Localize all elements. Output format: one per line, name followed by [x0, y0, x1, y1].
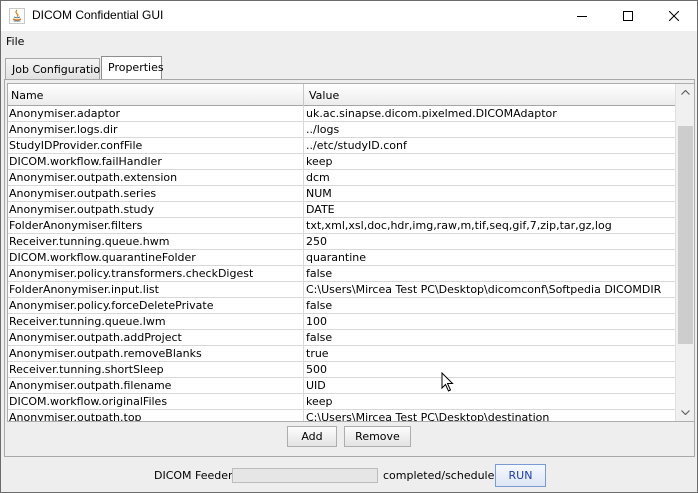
property-value-cell[interactable]: keep — [304, 394, 675, 410]
property-name-cell[interactable]: Anonymiser.outpath.top — [8, 410, 304, 421]
property-name-cell[interactable]: Anonymiser.outpath.extension — [8, 170, 304, 186]
property-name-cell[interactable]: DICOM.workflow.failHandler — [8, 154, 304, 170]
property-value-cell[interactable]: DATE — [304, 202, 675, 218]
dicom-feeder-label: DICOM Feeder — [154, 469, 233, 482]
property-name-cell[interactable]: DICOM.workflow.quarantineFolder — [8, 250, 304, 266]
table-row[interactable]: Anonymiser.outpath.addProject false — [8, 330, 675, 346]
maximize-icon — [623, 11, 633, 21]
table-row[interactable]: StudyIDProvider.confFile ../etc/studyID.c… — [8, 138, 675, 154]
table-row[interactable]: Anonymiser.policy.forceDeletePrivate fals… — [8, 298, 675, 314]
property-value-cell[interactable]: 100 — [304, 314, 675, 330]
column-header-value[interactable]: Value — [304, 84, 675, 106]
add-button[interactable]: Add — [287, 426, 337, 447]
scroll-thumb[interactable] — [678, 126, 693, 344]
run-button[interactable]: RUN — [495, 464, 546, 487]
table-row[interactable]: Anonymiser.outpath.series NUM — [8, 186, 675, 202]
property-name-cell[interactable]: Anonymiser.policy.forceDeletePrivate — [8, 298, 304, 314]
property-value-cell[interactable]: keep — [304, 154, 675, 170]
properties-table: Name Value Anonymiser.adaptor uk.ac.sinap… — [7, 83, 695, 422]
chevron-up-icon — [681, 90, 690, 95]
title-bar[interactable]: DICOM Confidential GUI — [1, 1, 697, 31]
table-row[interactable]: Anonymiser.outpath.extension dcm — [8, 170, 675, 186]
table-header: Name Value — [8, 84, 675, 106]
property-value-cell[interactable]: C:\Users\Mircea Test PC\Desktop\destinat… — [304, 410, 675, 421]
table-row[interactable]: Receiver.tunning.shortSleep 500 — [8, 362, 675, 378]
property-name-cell[interactable]: Anonymiser.outpath.addProject — [8, 330, 304, 346]
table-row[interactable]: Anonymiser.outpath.top C:\Users\Mircea Te… — [8, 410, 675, 421]
property-name-cell[interactable]: Anonymiser.adaptor — [8, 106, 304, 122]
property-name-cell[interactable]: StudyIDProvider.confFile — [8, 138, 304, 154]
property-name-cell[interactable]: Anonymiser.policy.transformers.checkDige… — [8, 266, 304, 282]
status-bar: DICOM Feeder completed/scheduled RUN — [1, 462, 697, 492]
property-value-cell[interactable]: dcm — [304, 170, 675, 186]
property-value-cell[interactable]: C:\Users\Mircea Test PC\Desktop\dicomcon… — [304, 282, 675, 298]
table-row[interactable]: DICOM.workflow.originalFiles keep — [8, 394, 675, 410]
remove-button[interactable]: Remove — [344, 426, 411, 447]
table-body: Anonymiser.adaptor uk.ac.sinapse.dicom.pi… — [8, 106, 675, 421]
property-name-cell[interactable]: Anonymiser.outpath.filename — [8, 378, 304, 394]
column-header-name[interactable]: Name — [8, 84, 304, 106]
table-row[interactable]: FolderAnonymiser.input.list C:\Users\Mirc… — [8, 282, 675, 298]
close-button[interactable] — [651, 1, 697, 31]
table-row[interactable]: DICOM.workflow.quarantineFolder quarantin… — [8, 250, 675, 266]
property-value-cell[interactable]: 250 — [304, 234, 675, 250]
table-row[interactable]: Anonymiser.outpath.filename UID — [8, 378, 675, 394]
property-value-cell[interactable]: 500 — [304, 362, 675, 378]
property-name-cell[interactable]: Receiver.tunning.shortSleep — [8, 362, 304, 378]
tab-job-configuration[interactable]: Job Configuration — [5, 58, 107, 79]
table-row[interactable]: DICOM.workflow.failHandler keep — [8, 154, 675, 170]
mouse-cursor-icon — [441, 372, 454, 392]
minimize-icon — [577, 16, 587, 17]
property-name-cell[interactable]: Anonymiser.outpath.series — [8, 186, 304, 202]
property-value-cell[interactable]: false — [304, 298, 675, 314]
property-value-cell[interactable]: false — [304, 330, 675, 346]
table-row[interactable]: FolderAnonymiser.filters txt,xml,xsl,doc,… — [8, 218, 675, 234]
completed-scheduled-label: completed/scheduled — [383, 469, 502, 482]
properties-panel: Name Value Anonymiser.adaptor uk.ac.sinap… — [4, 79, 695, 457]
menu-bar: File — [1, 31, 697, 52]
table-row[interactable]: Anonymiser.policy.transformers.checkDige… — [8, 266, 675, 282]
property-value-cell[interactable]: NUM — [304, 186, 675, 202]
property-value-cell[interactable]: ../logs — [304, 122, 675, 138]
chevron-down-icon — [681, 410, 690, 415]
table-row[interactable]: Receiver.tunning.queue.hwm 250 — [8, 234, 675, 250]
table-row[interactable]: Anonymiser.adaptor uk.ac.sinapse.dicom.pi… — [8, 106, 675, 122]
property-name-cell[interactable]: Anonymiser.outpath.study — [8, 202, 304, 218]
app-window: DICOM Confidential GUI File Job Configur… — [0, 0, 698, 493]
property-value-cell[interactable]: uk.ac.sinapse.dicom.pixelmed.DICOMAdapto… — [304, 106, 675, 122]
property-name-cell[interactable]: FolderAnonymiser.input.list — [8, 282, 304, 298]
property-name-cell[interactable]: Anonymiser.outpath.removeBlanks — [8, 346, 304, 362]
scroll-up-button[interactable] — [676, 84, 694, 101]
window-title: DICOM Confidential GUI — [32, 8, 164, 22]
close-icon — [669, 11, 679, 21]
vertical-scrollbar[interactable] — [675, 84, 694, 421]
property-name-cell[interactable]: Receiver.tunning.queue.lwm — [8, 314, 304, 330]
progress-bar — [232, 468, 378, 483]
maximize-button[interactable] — [605, 1, 651, 31]
property-value-cell[interactable]: true — [304, 346, 675, 362]
tab-properties[interactable]: Properties — [101, 56, 164, 80]
property-value-cell[interactable]: false — [304, 266, 675, 282]
menu-file[interactable]: File — [6, 35, 24, 48]
table-row[interactable]: Anonymiser.outpath.removeBlanks true — [8, 346, 675, 362]
table-row[interactable]: Receiver.tunning.queue.lwm 100 — [8, 314, 675, 330]
property-value-cell[interactable]: ../etc/studyID.conf — [304, 138, 675, 154]
property-name-cell[interactable]: Anonymiser.logs.dir — [8, 122, 304, 138]
property-name-cell[interactable]: FolderAnonymiser.filters — [8, 218, 304, 234]
property-value-cell[interactable]: UID — [304, 378, 675, 394]
property-name-cell[interactable]: DICOM.workflow.originalFiles — [8, 394, 304, 410]
table-row[interactable]: Anonymiser.logs.dir ../logs — [8, 122, 675, 138]
property-value-cell[interactable]: txt,xml,xsl,doc,hdr,img,raw,m,tif,seq,gi… — [304, 218, 675, 234]
scroll-down-button[interactable] — [676, 404, 694, 421]
table-row[interactable]: Anonymiser.outpath.study DATE — [8, 202, 675, 218]
property-name-cell[interactable]: Receiver.tunning.queue.hwm — [8, 234, 304, 250]
minimize-button[interactable] — [559, 1, 605, 31]
property-value-cell[interactable]: quarantine — [304, 250, 675, 266]
java-icon — [9, 8, 25, 24]
